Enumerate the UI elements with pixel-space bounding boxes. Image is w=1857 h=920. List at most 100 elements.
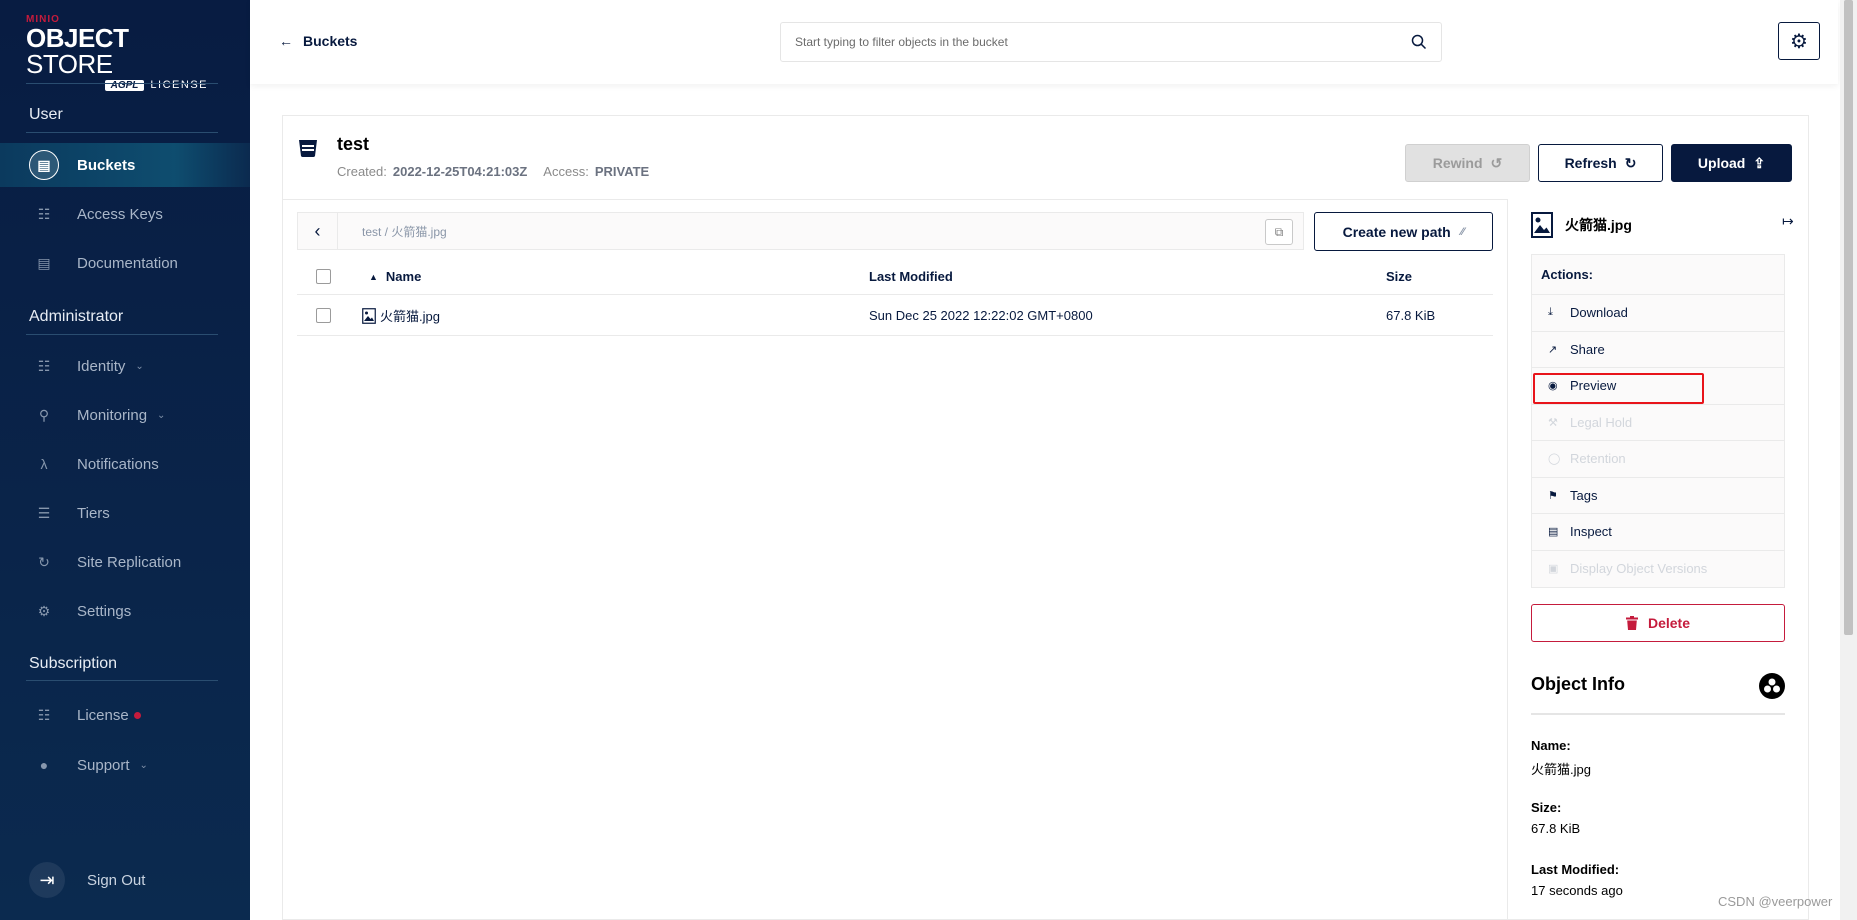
file-name-cell[interactable]: 火箭猫.jpg (362, 296, 440, 335)
sidebar-item-label: Site Replication (77, 553, 182, 571)
logo-license: AGPL LICENSE (26, 79, 208, 91)
sort-asc-icon: ▲ (369, 271, 378, 282)
file-size-cell: 67.8 KiB (1386, 308, 1436, 323)
sidebar-item-notifications[interactable]: λ Notifications (0, 442, 250, 486)
sidebar-item-label: Tiers (77, 504, 110, 522)
sidebar-item-label: Monitoring (77, 406, 148, 424)
chevron-down-icon: ⌄ (139, 759, 148, 771)
table-row[interactable]: 火箭猫.jpg Sun Dec 25 2022 12:22:02 GMT+080… (297, 296, 1493, 336)
arrow-left-icon: ← (279, 33, 293, 49)
search-placeholder: Start typing to filter objects in the bu… (795, 35, 1008, 49)
minio-logo[interactable]: MINIO OBJECT STORE AGPL LICENSE (26, 14, 208, 91)
column-last-modified[interactable]: Last Modified (869, 259, 953, 294)
divider (1507, 200, 1508, 920)
create-new-path-button[interactable]: Create new path ⁄⁄ (1314, 212, 1493, 251)
divider (283, 199, 1508, 200)
sidebar-item-access-keys[interactable]: ☷ Access Keys (0, 192, 250, 236)
divider (26, 680, 218, 681)
breadcrumb-back-button[interactable]: ‹ (298, 213, 338, 249)
upload-button[interactable]: Upload ⇪ (1671, 144, 1792, 182)
divider (1531, 713, 1785, 715)
sidebar-item-label: Support (77, 756, 130, 774)
sidebar-item-label: Access Keys (77, 205, 163, 223)
sidebar-item-monitoring[interactable]: ⚲ Monitoring ⌄ (0, 393, 250, 437)
watermark: CSDN @veerpower (1718, 894, 1833, 909)
sign-out-label: Sign Out (87, 871, 146, 889)
info-modified-value: 17 seconds ago (1531, 883, 1623, 898)
gear-icon: ⚙ (37, 602, 51, 619)
scrollbar-thumb[interactable] (1844, 0, 1853, 635)
info-name-value: 火箭猫.jpg (1531, 762, 1591, 777)
select-all-checkbox[interactable] (316, 269, 331, 284)
inspect-action[interactable]: ▤ Inspect (1532, 514, 1784, 551)
versions-icon: ▣ (1548, 563, 1559, 576)
download-action[interactable]: ⤓ Download (1532, 295, 1784, 332)
sync-icon: ↻ (38, 553, 50, 570)
display-versions-action[interactable]: ▣ Display Object Versions (1532, 551, 1784, 588)
divider (26, 132, 218, 133)
gear-icon: ⚙ (1790, 30, 1808, 53)
copy-path-button[interactable]: ⧉ (1265, 219, 1293, 245)
inspect-icon: ▤ (1548, 526, 1559, 539)
info-size-value: 67.8 KiB (1531, 821, 1581, 836)
object-actions: Actions: ⤓ Download ↗ Share ◉ Preview ⚒ Lega… (1531, 254, 1785, 588)
sidebar-item-license[interactable]: ☷ License (0, 693, 250, 737)
info-size-label: Size: (1531, 800, 1562, 815)
tags-action[interactable]: ⚑ Tags (1532, 478, 1784, 514)
back-to-buckets-link[interactable]: ← Buckets (279, 33, 357, 49)
actions-heading: Actions: (1532, 255, 1784, 295)
retention-action[interactable]: ◯ Retention (1532, 441, 1784, 478)
info-modified-label: Last Modified: (1531, 862, 1620, 877)
gavel-icon: ⚒ (1548, 416, 1558, 429)
column-size[interactable]: Size (1386, 259, 1412, 294)
sidebar: MINIO OBJECT STORE AGPL LICENSE User ▤ B… (0, 0, 250, 920)
sidebar-item-label: License (77, 706, 129, 724)
sidebar-item-documentation[interactable]: ▤ Documentation (0, 241, 250, 285)
refresh-icon: ↻ (1624, 154, 1637, 171)
row-checkbox[interactable] (316, 308, 331, 323)
back-label: Buckets (303, 33, 358, 49)
sidebar-item-label: Documentation (77, 254, 178, 272)
preview-action[interactable]: ◉ Preview (1532, 368, 1784, 405)
object-filter-input[interactable]: Start typing to filter objects in the bu… (780, 22, 1442, 62)
support-icon: ● (39, 757, 49, 773)
sidebar-item-site-replication[interactable]: ↻ Site Replication (0, 540, 250, 584)
file-modified-cell: Sun Dec 25 2022 12:22:02 GMT+0800 (869, 308, 1093, 323)
section-subscription: Subscription (29, 655, 118, 672)
document-icon: ▤ (37, 254, 51, 271)
sidebar-item-identity[interactable]: ☷ Identity ⌄ (0, 344, 250, 388)
sign-out-button[interactable]: ⇥ Sign Out (29, 862, 145, 898)
collapse-panel-icon[interactable]: ↦ (1782, 213, 1794, 230)
id-card-icon: ☷ (37, 357, 51, 374)
rewind-button[interactable]: Rewind ↺ (1405, 144, 1530, 182)
chevron-down-icon: ⌄ (135, 360, 144, 372)
refresh-button[interactable]: Refresh ↻ (1538, 144, 1663, 182)
column-name[interactable]: ▲ Name (369, 259, 421, 294)
table-header: ▲ Name Last Modified Size (297, 259, 1493, 295)
layers-icon: ☰ (37, 504, 51, 521)
legal-hold-action[interactable]: ⚒ Legal Hold (1532, 405, 1784, 441)
magnifier-icon: ⚲ (38, 406, 50, 423)
license-alert-dot (133, 711, 141, 719)
settings-gear-button[interactable]: ⚙ (1778, 22, 1820, 60)
delete-button[interactable]: Delete (1531, 604, 1785, 642)
bucket-icon (299, 140, 317, 157)
breadcrumb: ‹ test / 火箭猫.jpg ⧉ (297, 212, 1304, 250)
sidebar-item-settings[interactable]: ⚙ Settings (0, 589, 250, 633)
sidebar-item-buckets[interactable]: ▤ Buckets (0, 143, 250, 187)
tag-icon: ⚑ (1548, 489, 1558, 502)
sidebar-item-support[interactable]: ● Support ⌄ (0, 743, 250, 787)
created-date: 2022-12-25T04:21:03Z (392, 164, 528, 179)
history-icon: ↺ (1490, 154, 1503, 171)
breadcrumb-path[interactable]: test / 火箭猫.jpg (362, 223, 447, 240)
share-action[interactable]: ↗ Share (1532, 332, 1784, 368)
bucket-icon: ▤ (29, 150, 59, 180)
sidebar-item-label: Identity (77, 357, 126, 375)
trash-icon (1625, 616, 1638, 630)
page-scrollbar[interactable] (1840, 0, 1857, 920)
chevron-left-icon: ‹ (314, 220, 321, 241)
share-icon: ↗ (1548, 343, 1558, 356)
sidebar-item-tiers[interactable]: ☰ Tiers (0, 491, 250, 535)
new-path-icon: ⁄⁄ (1460, 225, 1465, 238)
logout-icon: ⇥ (29, 862, 65, 898)
